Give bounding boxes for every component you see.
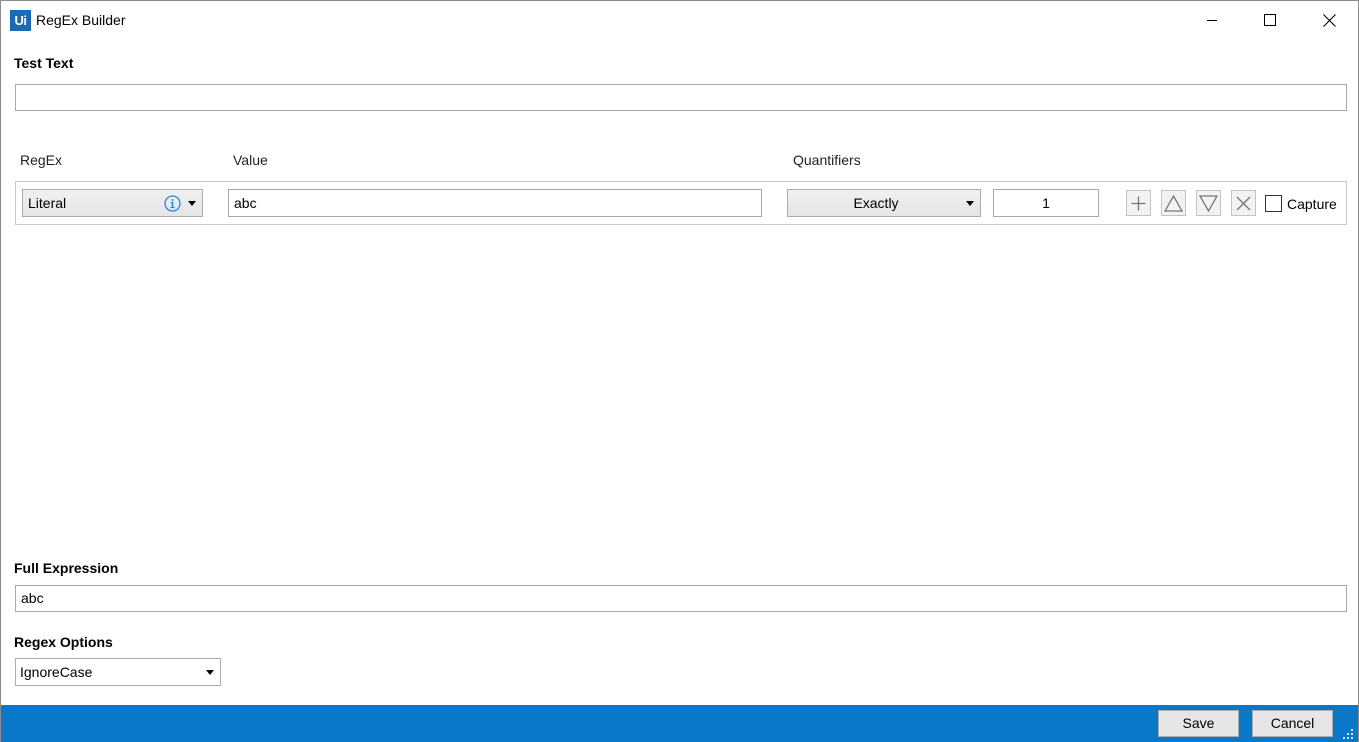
window-title: RegEx Builder <box>36 12 126 28</box>
uipath-logo-icon: Ui <box>10 10 31 31</box>
resize-grip-icon[interactable] <box>1341 727 1355 741</box>
value-column-header: Value <box>233 152 268 168</box>
regex-options-label: Regex Options <box>14 634 113 650</box>
move-up-button[interactable] <box>1161 190 1186 216</box>
maximize-button[interactable] <box>1241 1 1299 39</box>
regex-column-header: RegEx <box>20 152 63 168</box>
cancel-button[interactable]: Cancel <box>1252 710 1333 737</box>
capture-label[interactable]: Capture <box>1287 195 1337 213</box>
title-bar: Ui RegEx Builder <box>1 1 1358 39</box>
quantifier-count-input[interactable]: 1 <box>993 189 1099 217</box>
x-icon <box>1236 196 1251 210</box>
regex-options-value: IgnoreCase <box>20 664 93 680</box>
maximize-icon <box>1264 14 1276 26</box>
save-button[interactable]: Save <box>1158 710 1239 737</box>
full-expression-field[interactable]: abc <box>15 585 1347 612</box>
regex-builder-window: Ui RegEx Builder Test Text RegEx Value Q… <box>0 0 1359 742</box>
quantifier-dropdown[interactable]: Exactly <box>787 189 981 217</box>
chevron-down-icon <box>966 201 974 206</box>
quantifier-value: Exactly <box>853 195 899 211</box>
close-button[interactable] <box>1300 1 1358 39</box>
footer-bar: Save Cancel <box>1 705 1358 742</box>
full-expression-label: Full Expression <box>14 560 119 576</box>
expression-row: Literal abc Exactly 1 Capture <box>15 181 1347 225</box>
regex-type-dropdown[interactable]: Literal <box>22 189 203 217</box>
test-text-label: Test Text <box>14 55 74 71</box>
info-icon[interactable] <box>164 195 181 212</box>
triangle-up-icon <box>1164 194 1183 212</box>
regex-options-dropdown[interactable]: IgnoreCase <box>15 658 221 686</box>
value-input[interactable]: abc <box>228 189 762 217</box>
regex-type-value: Literal <box>28 195 67 211</box>
minimize-button[interactable] <box>1183 1 1241 39</box>
move-down-button[interactable] <box>1196 190 1221 216</box>
quantifiers-column-header: Quantifiers <box>793 152 861 168</box>
close-icon <box>1322 13 1336 27</box>
chevron-down-icon <box>188 201 196 206</box>
add-row-button[interactable] <box>1126 190 1151 216</box>
plus-icon <box>1131 196 1146 210</box>
chevron-down-icon <box>206 670 214 675</box>
delete-row-button[interactable] <box>1231 190 1256 216</box>
triangle-down-icon <box>1199 194 1218 212</box>
test-text-input[interactable] <box>15 84 1347 111</box>
capture-checkbox[interactable] <box>1265 195 1282 212</box>
minimize-icon <box>1207 20 1217 21</box>
